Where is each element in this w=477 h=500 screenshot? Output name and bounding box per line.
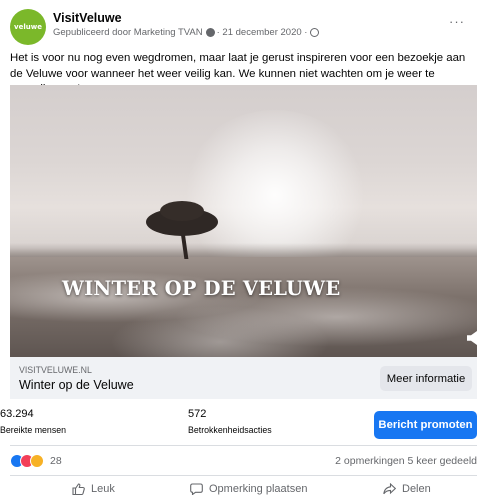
link-domain: VISITVELUWE.NL — [19, 365, 92, 375]
comment-button[interactable]: Opmerking plaatsen — [190, 483, 307, 495]
like-label: Leuk — [91, 483, 115, 495]
engagement-label: Betrokkenheidsacties — [188, 425, 272, 435]
share-icon — [383, 483, 396, 495]
reaction-icons[interactable] — [10, 454, 46, 468]
post-video[interactable]: WINTER OP DE VELUWE — [10, 85, 477, 357]
video-overlay-title: WINTER OP DE VELUWE — [62, 277, 341, 300]
reactions-bar: 28 2 opmerkingen 5 keer gedeeld — [0, 452, 477, 472]
info-icon[interactable] — [205, 28, 215, 37]
page-avatar[interactable]: veluwe — [10, 9, 46, 45]
page-name[interactable]: VisitVeluwe — [53, 11, 122, 25]
thumbs-up-icon — [72, 483, 85, 495]
reaction-count[interactable]: 28 — [50, 455, 62, 467]
post-header: veluwe VisitVeluwe Gepubliceerd door Mar… — [0, 0, 477, 45]
share-button[interactable]: Delen — [383, 483, 431, 495]
divider — [10, 475, 477, 476]
snowy-heath — [10, 257, 477, 357]
comment-icon — [190, 483, 203, 495]
care-icon — [30, 454, 44, 468]
like-button[interactable]: Leuk — [72, 483, 115, 495]
reach-label: Bereikte mensen — [0, 425, 67, 435]
link-title[interactable]: Winter op de Veluwe — [19, 378, 134, 392]
share-label: Delen — [402, 483, 431, 495]
reach-value: 63.294 — [0, 408, 34, 420]
link-preview[interactable]: VISITVELUWE.NL Winter op de Veluwe Meer … — [10, 357, 477, 399]
more-info-button[interactable]: Meer informatie — [380, 366, 472, 391]
globe-icon — [310, 28, 320, 37]
promote-post-button[interactable]: Bericht promoten — [374, 411, 477, 439]
comment-label: Opmerking plaatsen — [209, 483, 308, 495]
published-by: Gepubliceerd door Marketing TVAN — [53, 27, 203, 38]
post-meta: Gepubliceerd door Marketing TVAN · 21 de… — [53, 27, 320, 38]
tree-crown-top — [160, 201, 204, 221]
more-options-icon[interactable]: ··· — [449, 15, 465, 28]
post-actions: Leuk Opmerking plaatsen Delen — [0, 480, 477, 500]
divider — [10, 445, 477, 446]
post-insights: 63.294 Bereikte mensen 572 Betrokkenheid… — [0, 404, 477, 442]
engagement-value: 572 — [188, 408, 207, 420]
post-date[interactable]: · 21 december 2020 · — [217, 27, 308, 38]
comments-shares-count[interactable]: 2 opmerkingen 5 keer gedeeld — [335, 455, 477, 467]
